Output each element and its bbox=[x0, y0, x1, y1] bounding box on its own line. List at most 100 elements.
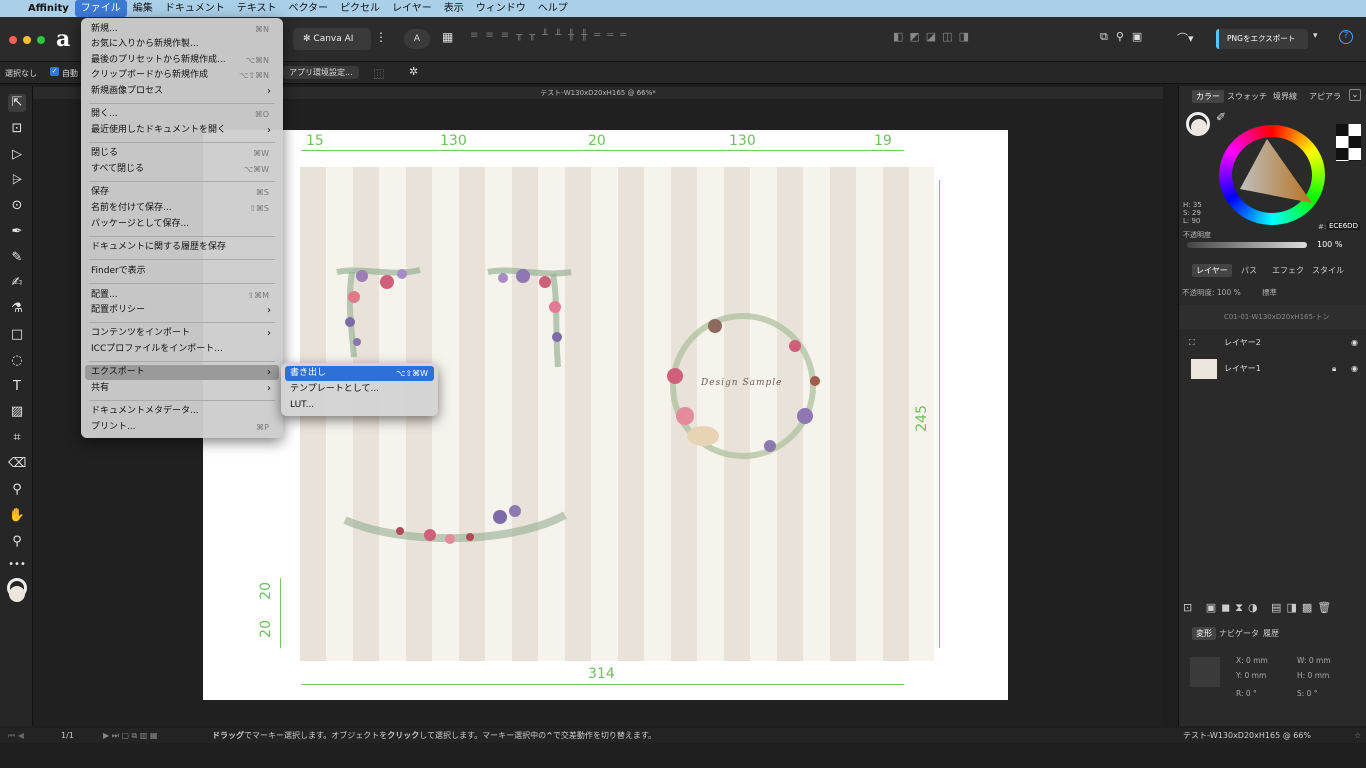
menu-item-show-in-finder[interactable]: Finderで表示 bbox=[85, 264, 279, 279]
menu-item-save-as-package[interactable]: パッケージとして保存... bbox=[85, 217, 279, 232]
contour-tool-icon[interactable]: ⊙ bbox=[8, 197, 26, 215]
boolean-tools-icons[interactable]: ◧◩◪◫◨ bbox=[893, 30, 975, 43]
tab-transform[interactable]: 変形 bbox=[1192, 627, 1216, 640]
layout-icon[interactable]: ⿲ bbox=[374, 66, 384, 81]
text-frame-icon[interactable]: A bbox=[404, 29, 430, 49]
menu-item-save-as[interactable]: 名前を付けて保存... ⇧⌘S bbox=[85, 201, 279, 216]
visibility-eye-icon[interactable]: ◉ bbox=[1351, 331, 1358, 355]
menu-document[interactable]: ドキュメント bbox=[159, 0, 231, 17]
shape-tool-icon[interactable]: ◌ bbox=[8, 352, 26, 370]
menu-item-new-from-clipboard[interactable]: クリップボードから新規作成 ⌥⇧⌘N bbox=[85, 68, 279, 83]
auto-select-checkbox[interactable]: ✓ bbox=[50, 67, 59, 76]
fill-stroke-swatch-icon[interactable] bbox=[1186, 112, 1212, 138]
fill-tool-icon[interactable]: ⚗ bbox=[8, 300, 26, 318]
help-button[interactable]: ? bbox=[1339, 30, 1353, 44]
floral-bottom-garland-artwork[interactable] bbox=[340, 495, 570, 560]
menu-item-import-content[interactable]: コンテンツをインポート › bbox=[85, 326, 279, 341]
transform-x-field[interactable]: X: 0 mm bbox=[1236, 656, 1268, 665]
menu-file[interactable]: ファイル bbox=[74, 0, 127, 17]
menu-window[interactable]: ウィンドウ bbox=[470, 0, 532, 17]
node-tool-icon[interactable]: ▷ bbox=[8, 146, 26, 164]
menu-item-document-metadata[interactable]: ドキュメントメタデータ... bbox=[85, 404, 279, 419]
menu-item-new[interactable]: 新規... ⌘N bbox=[85, 22, 279, 37]
menu-item-share[interactable]: 共有 › bbox=[85, 381, 279, 396]
submenu-item-export-lut[interactable]: LUT... bbox=[285, 398, 434, 413]
transform-r-field[interactable]: R: 0 ° bbox=[1236, 689, 1257, 698]
menu-vector[interactable]: ベクター bbox=[282, 0, 334, 17]
pencil-tool-icon[interactable]: ✎ bbox=[8, 249, 26, 267]
page-nav-next-icons[interactable]: ▶ ⏭ ▢ ⧉ ▥ ▦ bbox=[103, 728, 157, 743]
tab-navigator[interactable]: ナビゲータ bbox=[1219, 628, 1259, 639]
submenu-item-export-as-template[interactable]: テンプレートとして... bbox=[285, 382, 434, 397]
star-icon[interactable]: ☆ bbox=[1354, 728, 1361, 743]
brush-tool-icon[interactable]: ✍ bbox=[8, 274, 26, 292]
color-wheel[interactable] bbox=[1219, 125, 1325, 225]
anchor-point-selector[interactable] bbox=[1190, 657, 1220, 687]
color-picker-icon[interactable]: ✐ bbox=[1216, 110, 1226, 124]
gear-icon[interactable]: ✲ bbox=[409, 65, 418, 78]
minimize-window-button[interactable] bbox=[23, 36, 31, 44]
transform-w-field[interactable]: W: 0 mm bbox=[1297, 656, 1331, 665]
pen-tool-icon[interactable]: ✒ bbox=[8, 223, 26, 241]
menu-edit[interactable]: 編集 bbox=[127, 0, 159, 17]
color-swatch-icon[interactable] bbox=[7, 578, 27, 606]
hex-value-field[interactable]: ECE6DD bbox=[1327, 222, 1360, 230]
export-png-button[interactable]: PNGをエクスポート bbox=[1216, 29, 1308, 49]
menu-item-open[interactable]: 開く... ⌘O bbox=[85, 107, 279, 122]
tab-swatches[interactable]: スウォッチ bbox=[1227, 91, 1267, 102]
snapping-menu-icon[interactable]: ⌒▾ bbox=[1177, 30, 1194, 46]
transform-s-field[interactable]: S: 0 ° bbox=[1297, 689, 1318, 698]
floral-corner-right-artwork[interactable] bbox=[483, 262, 578, 374]
layer-row-image[interactable]: C01-01-W130xD20xH165-トン bbox=[1179, 305, 1366, 329]
page-nav-prev-icons[interactable]: ⏮ ◀ bbox=[8, 728, 24, 743]
tab-history[interactable]: 履歴 bbox=[1263, 628, 1279, 639]
layer-row-2[interactable]: ⛶ レイヤー2 ◉ bbox=[1179, 331, 1366, 355]
menu-layer[interactable]: レイヤー bbox=[386, 0, 438, 17]
opacity-value-field[interactable]: 100 % bbox=[1317, 240, 1342, 249]
menu-view[interactable]: 表示 bbox=[438, 0, 470, 17]
more-tools-icon[interactable]: ••• bbox=[8, 556, 26, 574]
menu-help[interactable]: ヘルプ bbox=[532, 0, 574, 17]
close-window-button[interactable] bbox=[9, 36, 17, 44]
snap-tools-icons[interactable]: ⧉⚲▣ bbox=[1100, 30, 1150, 44]
menu-item-new-from-last-preset[interactable]: 最後のプリセットから新規作成... ⌥⌘N bbox=[85, 53, 279, 68]
menu-item-save-history[interactable]: ドキュメントに関する履歴を保存 bbox=[85, 240, 279, 255]
menu-item-place[interactable]: 配置... ⇧⌘M bbox=[85, 288, 279, 303]
apple-icon[interactable] bbox=[0, 0, 22, 17]
menu-item-import-icc-profile[interactable]: ICCプロファイルをインポート... bbox=[85, 342, 279, 357]
more-icon[interactable]: ⋮ bbox=[375, 30, 387, 44]
tab-layers[interactable]: レイヤー bbox=[1192, 264, 1232, 277]
menu-item-save[interactable]: 保存 ⌘S bbox=[85, 185, 279, 200]
artboard-tool-icon[interactable]: ⊡ bbox=[8, 120, 26, 138]
menu-item-new-from-favorite[interactable]: お気に入りから新規作製... bbox=[85, 37, 279, 52]
menu-item-close[interactable]: 閉じる ⌘W bbox=[85, 146, 279, 161]
blend-mode-select[interactable]: 標準 bbox=[1262, 287, 1277, 298]
menu-pixel[interactable]: ピクセル bbox=[334, 0, 386, 17]
opacity-slider[interactable] bbox=[1187, 242, 1307, 248]
corner-tool-icon[interactable]: ⩥ bbox=[8, 172, 26, 190]
tab-paths[interactable]: パス bbox=[1241, 265, 1257, 276]
panel-collapse-icon[interactable]: ⌄ bbox=[1349, 89, 1361, 101]
tab-styles[interactable]: スタイル bbox=[1312, 265, 1344, 276]
visibility-eye-icon[interactable]: ◉ bbox=[1351, 357, 1358, 381]
menu-item-open-recent[interactable]: 最近使用したドキュメントを開く › bbox=[85, 123, 279, 138]
floral-corner-left-artwork[interactable] bbox=[332, 262, 424, 362]
tab-stroke[interactable]: 境界線 bbox=[1273, 91, 1297, 102]
grid-icon[interactable]: ▦ bbox=[442, 30, 453, 44]
menu-item-close-all[interactable]: すべて閉じる ⌥⌘W bbox=[85, 162, 279, 177]
layers-footer-icons[interactable]: ⊡ ▣◼⧗◑ ▤◨▩🗑︎ bbox=[1183, 601, 1336, 615]
lock-icon[interactable]: 🔒︎ bbox=[1332, 357, 1336, 381]
move-tool-icon[interactable]: ⇱ bbox=[8, 94, 26, 112]
submenu-item-export[interactable]: 書き出し ⌥⇧⌘W bbox=[285, 366, 434, 381]
text-tool-icon[interactable]: T bbox=[8, 378, 26, 396]
zoom-window-button[interactable] bbox=[37, 36, 45, 44]
menu-app[interactable]: Affinity bbox=[22, 0, 75, 17]
crop-tool-icon[interactable]: ⌗ bbox=[8, 429, 26, 447]
menu-text[interactable]: テキスト bbox=[231, 0, 283, 17]
transform-h-field[interactable]: H: 0 mm bbox=[1297, 671, 1329, 680]
tab-effects[interactable]: エフェク bbox=[1272, 265, 1304, 276]
eraser-tool-icon[interactable]: ⌫ bbox=[8, 455, 26, 473]
hand-tool-icon[interactable]: ✋ bbox=[8, 507, 26, 525]
image-tool-icon[interactable]: ▨ bbox=[8, 403, 26, 421]
affinity-logo-icon[interactable]: a bbox=[56, 26, 70, 52]
